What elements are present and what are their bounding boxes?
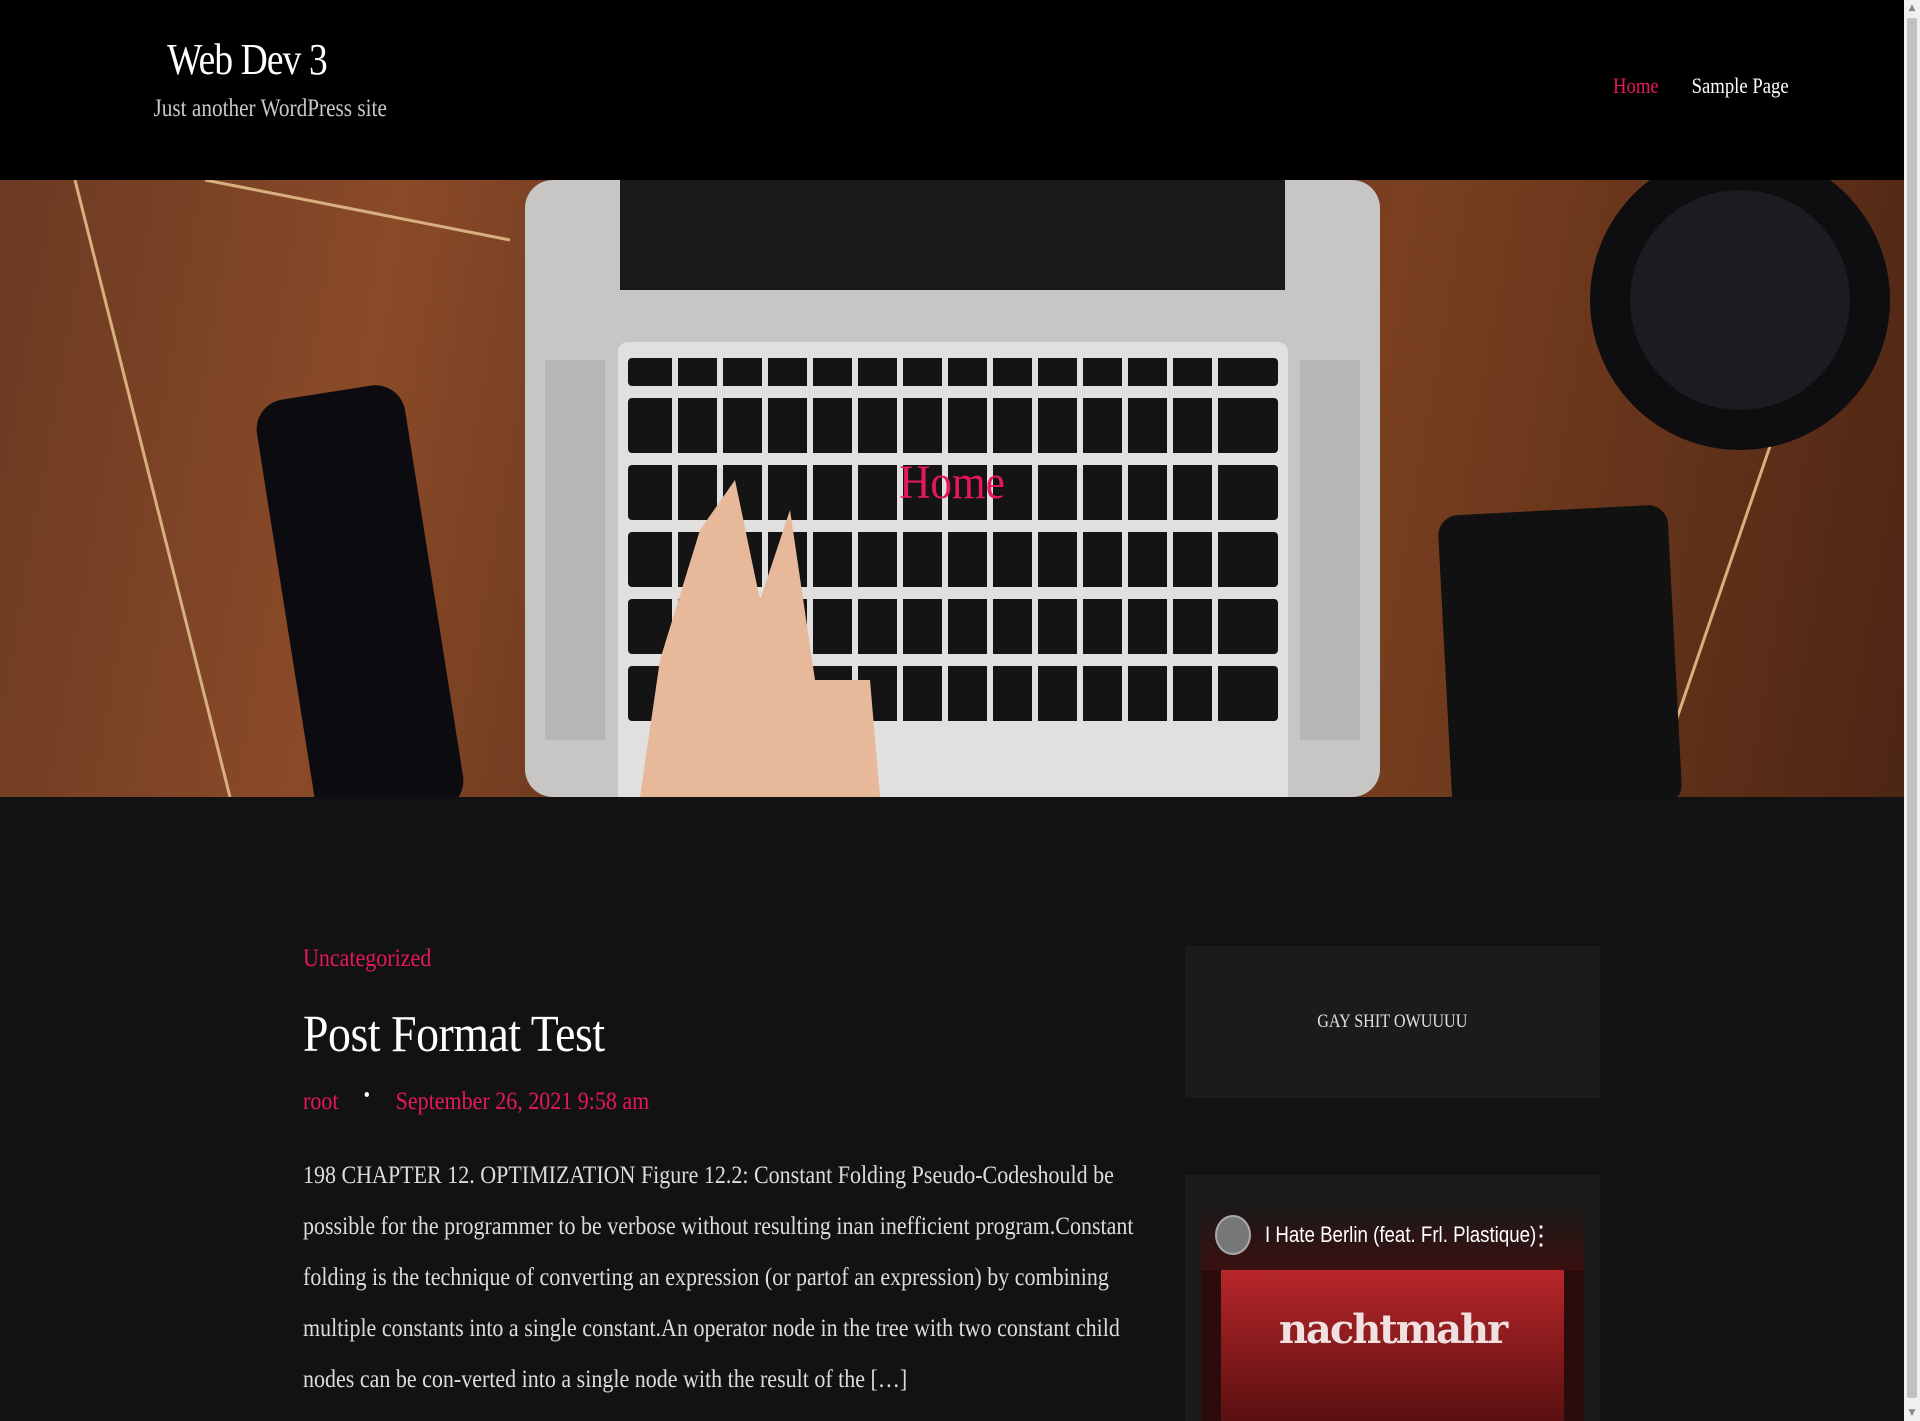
post-date-link[interactable]: September 26, 2021 9:58 am	[396, 1088, 650, 1116]
site-title[interactable]: Web Dev 3	[154, 34, 341, 85]
hero-title: Home	[899, 456, 1005, 509]
primary-nav: Home Sample Page	[1609, 73, 1797, 99]
post-meta: root September 26, 2021 9:58 am	[303, 1088, 1060, 1116]
post: Uncategorized Post Format Test root Sept…	[303, 945, 1163, 1405]
arrow-down-icon[interactable]: ▼	[1904, 1405, 1920, 1421]
text-widget-content: GAY SHIT OWUUUU	[1317, 1011, 1468, 1032]
page-scrollbar[interactable]: ▲ ▼	[1904, 0, 1920, 1421]
site-tagline: Just another WordPress site	[153, 95, 387, 122]
band-logo: nachtmahr	[1278, 1306, 1508, 1353]
nav-item-sample-page[interactable]: Sample Page	[1691, 73, 1788, 99]
hero-banner: Home	[0, 180, 1904, 797]
video-title[interactable]: I Hate Berlin (feat. Frl. Plastique)	[1265, 1222, 1536, 1248]
post-title[interactable]: Post Format Test	[303, 1005, 1060, 1064]
post-category-link[interactable]: Uncategorized	[303, 945, 1060, 973]
post-author-link[interactable]: root	[303, 1088, 338, 1116]
more-vert-icon[interactable]: ⋮	[1528, 1222, 1554, 1248]
site-header: Web Dev 3 Just another WordPress site Ho…	[0, 0, 1904, 180]
video-thumbnail[interactable]: nachtmahr	[1221, 1270, 1564, 1421]
text-widget: GAY SHIT OWUUUU	[1185, 946, 1600, 1098]
scroll-thumb[interactable]	[1907, 18, 1917, 1398]
video-widget: nachtmahr I Hate Berlin (feat. Frl. Plas…	[1185, 1175, 1600, 1421]
post-excerpt: 198 CHAPTER 12. OPTIMIZATION Figure 12.2…	[303, 1162, 1134, 1393]
meta-separator	[364, 1091, 370, 1097]
youtube-embed[interactable]: nachtmahr I Hate Berlin (feat. Frl. Plas…	[1201, 1200, 1584, 1421]
nav-item-home[interactable]: Home	[1613, 73, 1659, 99]
site-branding: Web Dev 3 Just another WordPress site	[137, 34, 387, 123]
arrow-up-icon[interactable]: ▲	[1904, 0, 1920, 16]
channel-avatar[interactable]	[1215, 1215, 1251, 1255]
video-header: I Hate Berlin (feat. Frl. Plastique)	[1201, 1200, 1584, 1270]
